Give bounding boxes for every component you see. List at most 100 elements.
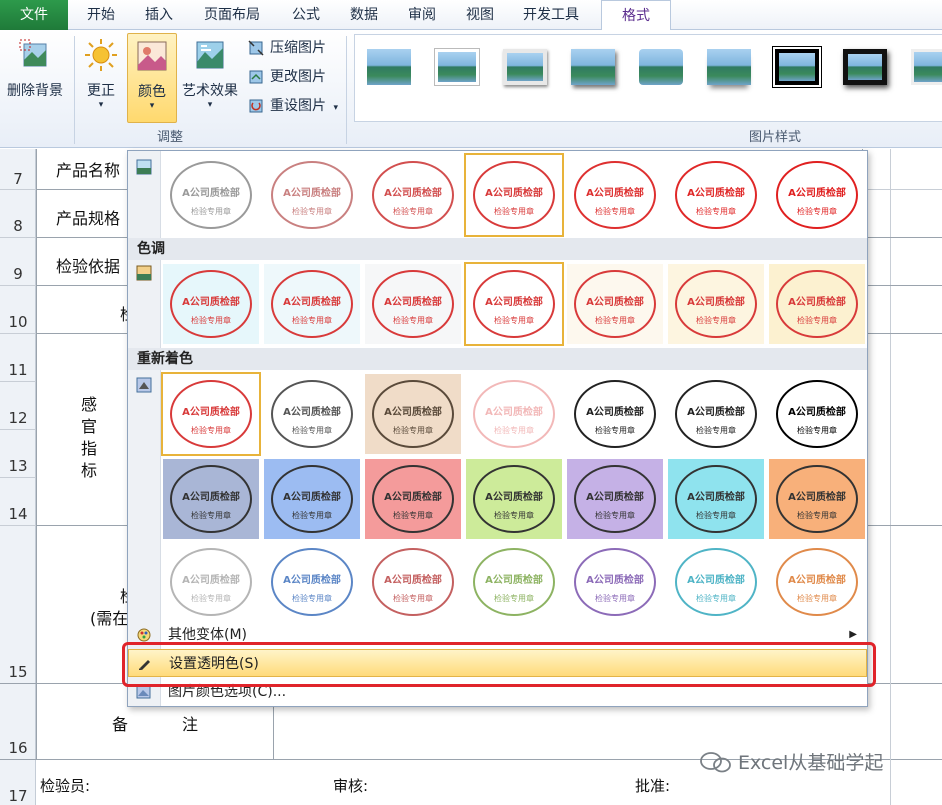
cell-inspector[interactable]: 检验员: <box>40 775 90 796</box>
picture-style-thumb[interactable] <box>367 49 411 85</box>
saturation-swatch[interactable]: A公司质检部 检验专用章 <box>163 155 259 235</box>
picture-style-thumb[interactable] <box>435 49 479 85</box>
stamp-text-line1: A公司质检部 <box>283 297 341 308</box>
picture-styles-gallery[interactable] <box>354 34 942 122</box>
tone-swatch[interactable]: A公司质检部 检验专用章 <box>464 262 564 346</box>
stamp-seal-icon: A公司质检部 检验专用章 <box>675 161 757 229</box>
tab-file[interactable]: 文件 <box>0 0 68 30</box>
recolor-swatch[interactable]: A公司质检部 检验专用章 <box>769 374 865 454</box>
change-picture-button[interactable]: 更改图片 <box>246 64 326 90</box>
cell-border <box>862 285 942 286</box>
picture-style-thumb[interactable] <box>707 49 751 85</box>
stamp-text-line1: A公司质检部 <box>283 492 341 503</box>
tab-formulas[interactable]: 公式 <box>283 0 329 30</box>
tab-review[interactable]: 审阅 <box>399 0 445 30</box>
row-number[interactable]: 12 <box>0 409 36 427</box>
row-number[interactable]: 8 <box>0 217 36 235</box>
row-number[interactable]: 10 <box>0 313 36 331</box>
picture-style-thumb[interactable] <box>843 49 887 85</box>
row-number[interactable]: 17 <box>0 787 36 805</box>
dropdown-arrow-icon: ▾ <box>333 103 338 113</box>
recolor-swatch[interactable]: A公司质检部 检验专用章 <box>163 542 259 622</box>
tone-swatch[interactable]: A公司质检部 检验专用章 <box>264 264 360 344</box>
cell-approver[interactable]: 批准: <box>635 775 670 796</box>
recolor-swatch[interactable]: A公司质检部 检验专用章 <box>264 374 360 454</box>
tab-insert[interactable]: 插入 <box>136 0 182 30</box>
recolor-swatch[interactable]: A公司质检部 检验专用章 <box>163 459 259 539</box>
tab-view[interactable]: 视图 <box>457 0 503 30</box>
saturation-swatch[interactable]: A公司质检部 检验专用章 <box>668 155 764 235</box>
recolor-swatch[interactable]: A公司质检部 检验专用章 <box>668 542 764 622</box>
tone-swatch[interactable]: A公司质检部 检验专用章 <box>567 264 663 344</box>
saturation-swatch[interactable]: A公司质检部 检验专用章 <box>264 155 360 235</box>
artistic-effects-button[interactable]: 艺术效果 ▾ <box>179 38 241 110</box>
row-number[interactable]: 7 <box>0 170 36 188</box>
recolor-swatch[interactable]: A公司质检部 检验专用章 <box>769 542 865 622</box>
saturation-swatch[interactable]: A公司质检部 检验专用章 <box>769 155 865 235</box>
tab-developer[interactable]: 开发工具 <box>515 0 587 30</box>
tab-data[interactable]: 数据 <box>341 0 387 30</box>
cell-reviewer[interactable]: 审核: <box>333 775 368 796</box>
cell-basis[interactable]: 检验依据 <box>56 253 120 277</box>
tone-swatch[interactable]: A公司质检部 检验专用章 <box>769 264 865 344</box>
remove-background-label: 删除背景 <box>7 83 63 99</box>
tone-swatch[interactable]: A公司质检部 检验专用章 <box>668 264 764 344</box>
recolor-swatch[interactable]: A公司质检部 检验专用章 <box>668 459 764 539</box>
tab-home[interactable]: 开始 <box>78 0 124 30</box>
recolor-swatch[interactable]: A公司质检部 检验专用章 <box>466 542 562 622</box>
cell-partial[interactable]: (需在 <box>90 605 128 629</box>
picture-style-thumb[interactable] <box>503 49 547 85</box>
stamp-text-line2: 检验专用章 <box>494 594 534 603</box>
row-number[interactable]: 16 <box>0 739 36 757</box>
stamp-text-line2: 检验专用章 <box>494 426 534 435</box>
tone-swatch[interactable]: A公司质检部 检验专用章 <box>365 264 461 344</box>
recolor-swatch[interactable]: A公司质检部 检验专用章 <box>365 374 461 454</box>
recolor-swatch[interactable]: A公司质检部 检验专用章 <box>264 459 360 539</box>
recolor-swatch[interactable]: A公司质检部 检验专用章 <box>668 374 764 454</box>
row-number[interactable]: 13 <box>0 457 36 475</box>
row-number[interactable]: 9 <box>0 265 36 283</box>
recolor-swatch[interactable]: A公司质检部 检验专用章 <box>466 459 562 539</box>
corrections-button[interactable]: 更正 ▾ <box>80 38 122 110</box>
cell-product-spec[interactable]: 产品规格 <box>56 205 120 229</box>
recolor-swatch[interactable]: A公司质检部 检验专用章 <box>567 542 663 622</box>
recolor-swatch[interactable]: A公司质检部 检验专用章 <box>264 542 360 622</box>
recolor-swatch[interactable]: A公司质检部 检验专用章 <box>567 374 663 454</box>
recolor-swatch[interactable]: A公司质检部 检验专用章 <box>567 459 663 539</box>
stamp-text-line1: A公司质检部 <box>586 407 644 418</box>
picture-style-thumb[interactable] <box>911 49 942 85</box>
tab-page-layout[interactable]: 页面布局 <box>196 0 268 30</box>
picture-style-thumb[interactable] <box>775 49 819 85</box>
cell-sensory-char[interactable]: 指 <box>81 435 97 459</box>
remove-background-button[interactable]: 删除背景 <box>2 38 68 100</box>
saturation-swatch[interactable]: A公司质检部 检验专用章 <box>365 155 461 235</box>
picture-style-thumb[interactable] <box>639 49 683 85</box>
recolor-swatch[interactable]: A公司质检部 检验专用章 <box>365 459 461 539</box>
cell-product-name[interactable]: 产品名称 <box>56 157 120 181</box>
recolor-swatch[interactable]: A公司质检部 检验专用章 <box>466 374 562 454</box>
recolor-swatch[interactable]: A公司质检部 检验专用章 <box>365 542 461 622</box>
cell-sensory-char[interactable]: 感 <box>81 391 97 415</box>
cell-sensory-char[interactable]: 官 <box>81 413 97 437</box>
row-number[interactable]: 14 <box>0 505 36 523</box>
reset-picture-button[interactable]: 重设图片 ▾ <box>246 93 338 119</box>
row-number[interactable]: 11 <box>0 361 36 379</box>
recolor-swatch[interactable]: A公司质检部 检验专用章 <box>769 459 865 539</box>
stamp-text-line2: 检验专用章 <box>292 207 332 216</box>
reset-picture-icon <box>249 99 263 113</box>
row-number[interactable]: 15 <box>0 663 36 681</box>
tone-swatch[interactable]: A公司质检部 检验专用章 <box>163 264 259 344</box>
saturation-swatch[interactable]: A公司质检部 检验专用章 <box>567 155 663 235</box>
color-button[interactable]: 颜色 ▾ <box>127 33 177 123</box>
cell-border <box>36 237 127 238</box>
tab-format[interactable]: 格式 <box>601 0 671 31</box>
cell-remark[interactable]: 备 <box>112 711 128 735</box>
cell-sensory-char[interactable]: 标 <box>81 457 97 481</box>
cell-remark[interactable]: 注 <box>182 711 198 735</box>
saturation-swatch[interactable]: A公司质检部 检验专用章 <box>464 153 564 237</box>
compress-pictures-button[interactable]: 压缩图片 <box>246 35 326 61</box>
picture-style-thumb[interactable] <box>571 49 615 85</box>
stamp-text-line2: 检验专用章 <box>494 316 534 325</box>
palette-icon <box>137 628 151 642</box>
recolor-swatch[interactable]: A公司质检部 检验专用章 <box>161 372 261 456</box>
